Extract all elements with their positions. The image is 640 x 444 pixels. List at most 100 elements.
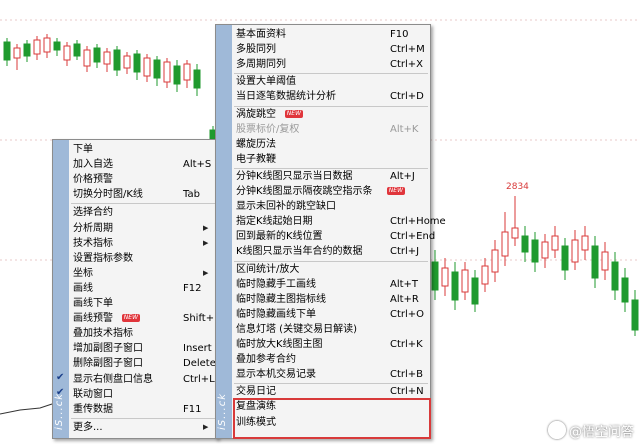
menu-item[interactable]: 涡旋跳空 NEW [236,107,424,122]
candle [63,45,71,61]
menu-item[interactable]: 加入自选 Alt+S [73,157,211,172]
menu-item[interactable]: 显示本机交易记录 Ctrl+B [236,367,424,382]
menu-item[interactable]: 画线预警 NEW Shift+F1 [73,311,226,326]
menu-item-label: 显示本机交易记录 [236,369,316,381]
chart-context-menu: iS...ck 下单 加入自选 Alt+S 价格预警 切换分时图/K线 Tab 选择合约分析… [52,139,226,439]
menu-strip-brand: iS...ck [217,393,228,430]
candle [561,245,569,271]
candle [531,239,539,263]
menu-item-label: 回到最新的K线位置 [236,231,323,243]
menu-item[interactable]: 指定K线起始日期 Ctrl+Home [236,214,446,229]
menu-item[interactable]: 回到最新的K线位置 Ctrl+End [236,229,435,244]
menu-item[interactable]: 坐标 ▶ [73,266,211,281]
menu-item: 股票标价/复权 Alt+K [236,122,424,137]
candle [53,41,61,51]
menu-item-shortcut: F12 [183,282,202,294]
watermark-text: @悟空问答 [568,425,634,440]
menu-item[interactable]: 联动窗口 [73,387,211,402]
candle [23,43,31,57]
menu-item-shortcut: Ctrl+Home [390,216,446,228]
menu-item-label: 分钟K线图只显示当日数据 [236,170,353,182]
submenu-arrow-icon: ▶ [203,268,209,277]
menu-item-label: 临时隐藏主图指标线 [236,293,326,305]
new-badge: NEW [386,187,406,195]
menu-item[interactable]: 基本面资料 F10 [236,27,424,42]
candle [491,249,499,273]
candle [451,271,459,301]
menu-item[interactable]: 显示未回补的跳空缺口 [236,199,424,214]
menu-item[interactable]: 设置大单阈值 [236,74,424,89]
menu-item[interactable]: 当日逐笔数据统计分析 Ctrl+D [236,89,424,104]
candle [123,55,131,69]
menu-item[interactable]: 多周期同列 Ctrl+X [236,57,424,72]
menu-item[interactable]: 更多... ▶ [73,420,211,435]
candle [3,41,11,61]
menu-item-shortcut: Delete [183,358,216,370]
menu-item-label: 选择合约 [73,207,113,219]
new-badge: NEW [121,314,141,323]
menu-item-label: 技术指标 [73,237,113,249]
candle [441,267,449,287]
candle [113,49,121,71]
menu-item-label: 画线下单 [73,298,113,309]
menu-item[interactable]: 设置指标参数 [73,251,211,266]
menu-item[interactable]: 多股同列 Ctrl+M [236,42,425,57]
menu-item-label: 联动窗口 [73,388,113,400]
candle [501,231,509,257]
menu-item[interactable]: 临时隐藏手工画线 Alt+T [236,277,424,292]
submenu-arrow-icon: ▶ [203,223,209,232]
menu-item-shortcut: Ctrl+End [390,231,436,243]
menu-item[interactable]: 临时放大K线图主图 Ctrl+K [236,337,424,352]
menu-item-label: 当日逐笔数据统计分析 [236,91,336,103]
menu-item-shortcut: Ctrl+K [390,339,423,350]
menu-item[interactable]: 临时隐藏主图指标线 Alt+R [236,292,424,307]
menu-item[interactable]: 下单 [73,142,211,157]
candle [511,227,519,239]
menu-item[interactable]: 螺旋历法 [236,137,424,152]
menu-item-shortcut: Ctrl+B [390,369,424,381]
menu-item-label: 临时隐藏手工画线 [236,278,316,290]
candle [93,47,101,63]
candle [591,245,599,279]
menu-item-label: 分钟K线图显示隔夜跳空指示条 [236,186,373,197]
menu-item[interactable]: 分钟K线图显示隔夜跳空指示条 NEW [236,184,424,199]
highlight-box [233,398,431,439]
menu-item-shortcut: Alt+R [390,293,419,305]
menu-item-label: 多周期同列 [236,59,286,71]
menu-item[interactable]: 分钟K线图只显示当日数据 Alt+J [236,169,424,184]
menu-item[interactable]: 切换分时图/K线 Tab [73,187,211,202]
menu-item[interactable]: 画线下单 [73,296,211,311]
menu-item-shortcut: Alt+T [390,278,419,290]
candle [521,235,529,253]
indicator-line [0,403,53,415]
menu-item[interactable]: 区间统计/放大 [236,262,424,277]
candle [611,261,619,291]
menu-item[interactable]: 电子教鞭 [236,152,424,167]
menu-item[interactable]: 价格预警 [73,172,211,187]
menu-item[interactable]: 增加副图子窗口 Insert [73,341,212,356]
menu-item[interactable]: 删除副图子窗口 Delete [73,356,216,371]
menu-item[interactable]: 重传数据 F11 [73,402,211,417]
menu-separator [71,203,215,205]
menu-item[interactable]: 画线 F12 [73,281,211,296]
menu-item[interactable]: 临时隐藏画线下单 Ctrl+O [236,307,424,322]
menu-item-shortcut: Ctrl+L [183,373,215,385]
menu-item-label: 价格预警 [73,174,113,186]
menu-item[interactable]: 信息灯塔 (关键交易日解读) [236,322,424,337]
menu-item[interactable]: 技术指标 ▶ [73,236,211,251]
menu-item-shortcut: Ctrl+J [390,246,420,258]
menu-item[interactable]: 叠加参考合约 [236,352,424,367]
menu-item[interactable]: 选择合约 [73,205,211,220]
candle [621,277,629,303]
menu-item[interactable]: 叠加技术指标 [73,326,211,341]
menu-item[interactable]: 分析周期 ▶ [73,221,211,236]
menu-item[interactable]: K线图只显示当年合约的数据 Ctrl+J [236,244,424,259]
menu-item-shortcut: F10 [390,29,409,40]
menu-item-label: 显示未回补的跳空缺口 [236,201,336,213]
candle [581,235,589,251]
menu-item[interactable]: 显示右侧盘口信息 Ctrl+L [73,372,215,387]
menu-item-shortcut: F11 [183,403,202,415]
menu-item-label: 电子教鞭 [236,153,276,165]
menu-item-shortcut: Ctrl+X [390,59,424,71]
candle [43,37,51,53]
